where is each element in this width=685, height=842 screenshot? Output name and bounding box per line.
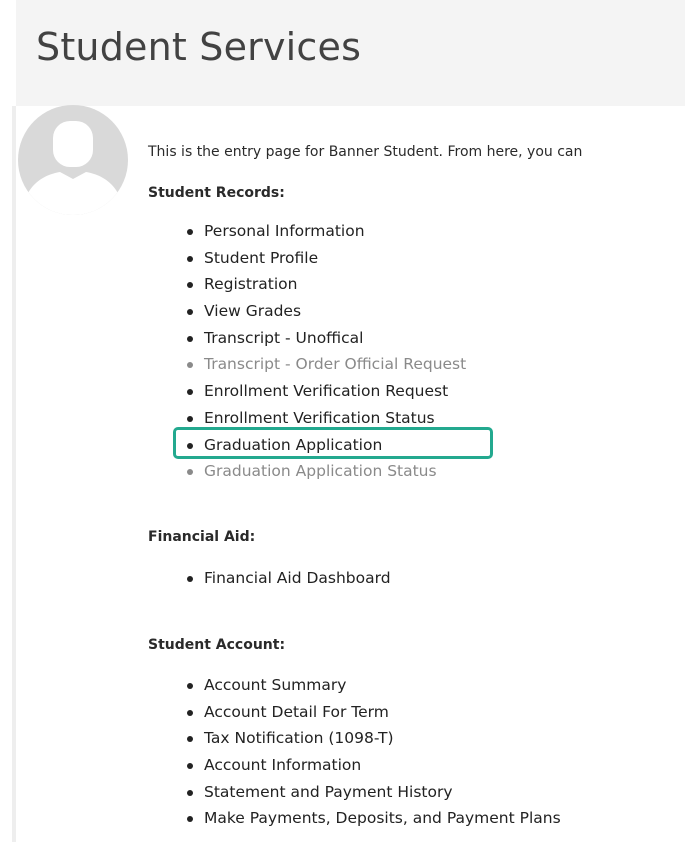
link-transcript-order-official-request[interactable]: Transcript - Order Official Request — [174, 351, 466, 378]
bullet-icon — [187, 709, 193, 716]
bullet-icon — [187, 736, 193, 743]
link-view-grades[interactable]: View Grades — [174, 298, 466, 325]
bullet-icon — [187, 335, 193, 342]
default-user-avatar-icon — [18, 105, 128, 215]
link-financial-aid-dashboard[interactable]: Financial Aid Dashboard — [174, 565, 391, 592]
link-enrollment-verification-status[interactable]: Enrollment Verification Status — [174, 405, 466, 432]
page-title: Student Services — [36, 25, 362, 69]
link-label: Graduation Application — [204, 435, 383, 454]
link-label: Graduation Application Status — [204, 462, 437, 481]
link-label: View Grades — [204, 302, 302, 321]
bullet-icon — [187, 789, 193, 796]
link-label: Account Information — [204, 756, 362, 775]
link-label: Transcript - Unoffical — [204, 328, 364, 347]
bullet-icon — [187, 229, 193, 235]
bullet-icon — [187, 362, 193, 369]
link-personal-information[interactable]: Personal Information — [174, 218, 466, 245]
link-label: Student Profile — [204, 248, 319, 267]
link-graduation-application[interactable]: Graduation Application — [174, 432, 466, 459]
student-account-list: Account Summary Account Detail For Term Ta… — [174, 672, 561, 832]
link-label: Transcript - Order Official Request — [204, 355, 467, 374]
link-label: Make Payments, Deposits, and Payment Pla… — [204, 809, 561, 828]
bullet-icon — [187, 576, 193, 582]
student-services-page: Student Services This is the entry page … — [0, 0, 685, 842]
financial-aid-list: Financial Aid Dashboard — [174, 565, 391, 592]
link-tax-notification-1098-t[interactable]: Tax Notification (1098-T) — [174, 725, 561, 752]
bullet-icon — [187, 442, 193, 449]
link-label: Personal Information — [204, 222, 365, 240]
link-account-summary[interactable]: Account Summary — [174, 672, 561, 699]
link-label: Account Detail For Term — [204, 702, 389, 721]
student-records-heading: Student Records: — [148, 185, 285, 201]
link-graduation-application-status[interactable]: Graduation Application Status — [174, 458, 466, 485]
link-label: Enrollment Verification Status — [204, 408, 435, 427]
link-label: Account Summary — [204, 676, 347, 694]
link-statement-and-payment-history[interactable]: Statement and Payment History — [174, 779, 561, 806]
link-transcript-unoffical[interactable]: Transcript - Unoffical — [174, 325, 466, 352]
link-account-detail-for-term[interactable]: Account Detail For Term — [174, 699, 561, 726]
link-account-information[interactable]: Account Information — [174, 752, 561, 779]
link-label: Statement and Payment History — [204, 782, 453, 801]
bullet-icon — [187, 389, 193, 396]
bullet-icon — [187, 683, 193, 689]
left-border — [12, 106, 16, 842]
financial-aid-heading: Financial Aid: — [148, 529, 256, 545]
link-label: Enrollment Verification Request — [204, 382, 449, 401]
link-make-payments-deposits-and-payment-plans[interactable]: Make Payments, Deposits, and Payment Pla… — [174, 805, 561, 832]
bullet-icon — [187, 763, 193, 770]
link-label: Financial Aid Dashboard — [204, 569, 391, 587]
link-registration[interactable]: Registration — [174, 271, 466, 298]
bullet-icon — [187, 255, 193, 262]
student-records-list: Personal Information Student Profile Regis… — [174, 218, 466, 485]
bullet-icon — [187, 415, 193, 422]
intro-text: This is the entry page for Banner Studen… — [148, 144, 583, 160]
bullet-icon — [187, 816, 193, 823]
link-label: Tax Notification (1098-T) — [204, 729, 394, 748]
bullet-icon — [187, 309, 193, 316]
student-account-heading: Student Account: — [148, 637, 286, 653]
link-student-profile[interactable]: Student Profile — [174, 245, 466, 272]
link-label: Registration — [204, 275, 298, 294]
link-enrollment-verification-request[interactable]: Enrollment Verification Request — [174, 378, 466, 405]
bullet-icon — [187, 469, 193, 476]
bullet-icon — [187, 282, 193, 289]
